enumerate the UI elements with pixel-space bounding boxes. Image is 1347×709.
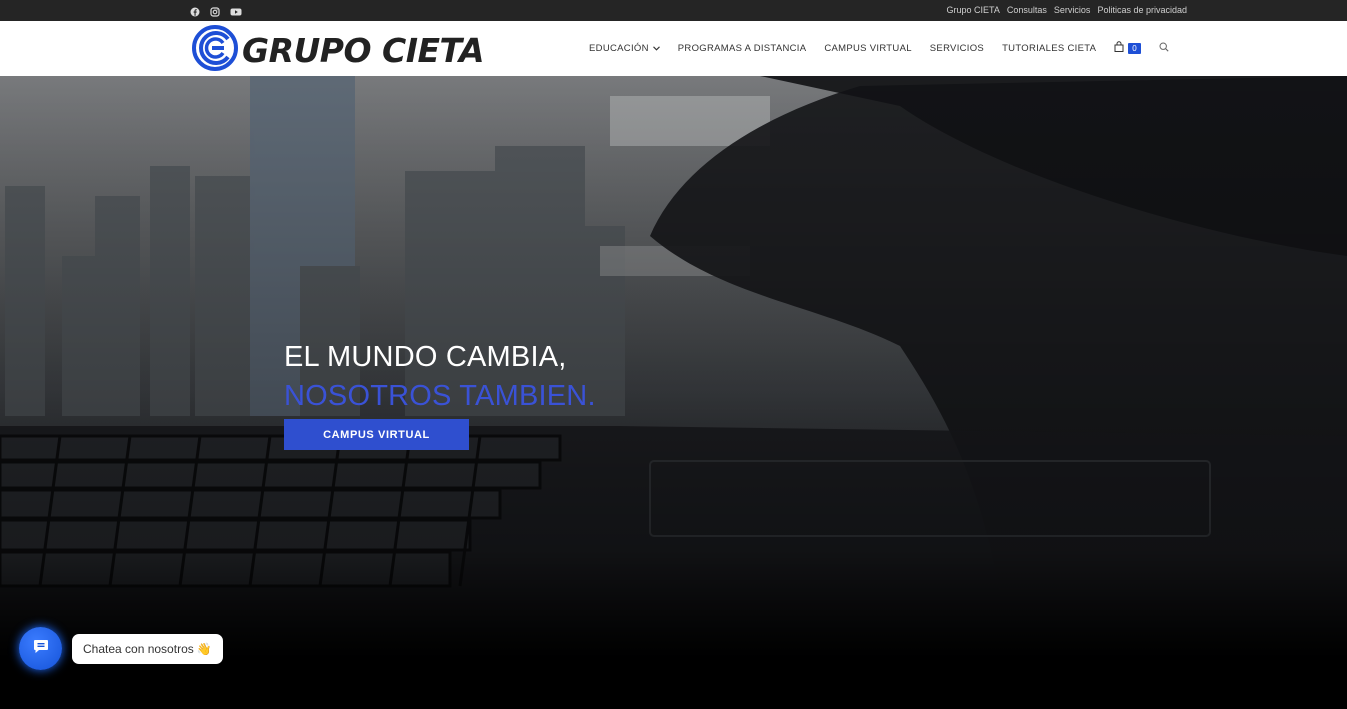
hero-background-image <box>0 76 1347 709</box>
top-link-servicios[interactable]: Servicios <box>1054 5 1091 15</box>
nav-item-tutoriales[interactable]: TUTORIALES CIETA <box>1002 43 1096 54</box>
shopping-bag-icon <box>1114 41 1124 55</box>
search-icon <box>1159 41 1169 55</box>
nav-label: TUTORIALES CIETA <box>1002 42 1097 54</box>
search-button[interactable] <box>1159 41 1169 55</box>
hero-section: EL MUNDO CAMBIA, NOSOTROS TAMBIEN. CAMPU… <box>0 76 1347 709</box>
nav-item-campus[interactable]: CAMPUS VIRTUAL <box>824 43 911 54</box>
top-link-privacidad[interactable]: Politicas de privacidad <box>1097 5 1187 15</box>
nav-label: EDUCACIÓN <box>589 42 649 54</box>
youtube-icon[interactable] <box>230 4 242 16</box>
hero-headline-line2: NOSOTROS TAMBIEN. <box>284 380 596 412</box>
nav-item-educacion[interactable]: EDUCACIÓN <box>589 43 660 54</box>
top-link-grupo-cieta[interactable]: Grupo CIETA <box>947 5 1000 15</box>
main-nav: EDUCACIÓN PROGRAMAS A DISTANCIA CAMPUS V… <box>589 41 1169 55</box>
nav-item-servicios[interactable]: SERVICIOS <box>930 43 984 54</box>
top-link-consultas[interactable]: Consultas <box>1007 5 1047 15</box>
facebook-icon[interactable] <box>190 4 200 17</box>
hero-headline-line1: EL MUNDO CAMBIA, <box>284 341 567 373</box>
nav-label: CAMPUS VIRTUAL <box>824 42 912 54</box>
site-logo[interactable]: GRUPO CIETA <box>192 25 485 76</box>
cart-button[interactable]: 0 <box>1114 41 1141 55</box>
nav-label: PROGRAMAS A DISTANCIA <box>677 42 807 54</box>
waving-hand-icon: 👋 <box>196 642 212 656</box>
cart-count-badge: 0 <box>1128 42 1141 54</box>
chevron-down-icon <box>652 43 660 54</box>
campus-virtual-button[interactable]: CAMPUS VIRTUAL <box>284 419 469 450</box>
chat-launcher-button[interactable] <box>19 627 62 670</box>
logo-icon <box>192 25 238 76</box>
hero-headline: EL MUNDO CAMBIA, NOSOTROS TAMBIEN. <box>284 338 596 416</box>
chat-prompt-label: Chatea con nosotros <box>83 642 194 656</box>
nav-label: SERVICIOS <box>929 42 985 54</box>
top-bar: Grupo CIETA Consultas Servicios Politica… <box>0 0 1347 21</box>
top-links: Grupo CIETA Consultas Servicios Politica… <box>947 5 1187 15</box>
site-header: GRUPO CIETA EDUCACIÓN PROGRAMAS A DISTAN… <box>0 21 1347 76</box>
logo-text: GRUPO CIETA <box>242 31 485 70</box>
instagram-icon[interactable] <box>210 4 220 17</box>
chat-prompt-bubble[interactable]: Chatea con nosotros 👋 <box>72 634 223 664</box>
nav-item-programas[interactable]: PROGRAMAS A DISTANCIA <box>678 43 807 54</box>
social-links <box>190 4 242 17</box>
chat-bubble-icon <box>33 639 49 659</box>
